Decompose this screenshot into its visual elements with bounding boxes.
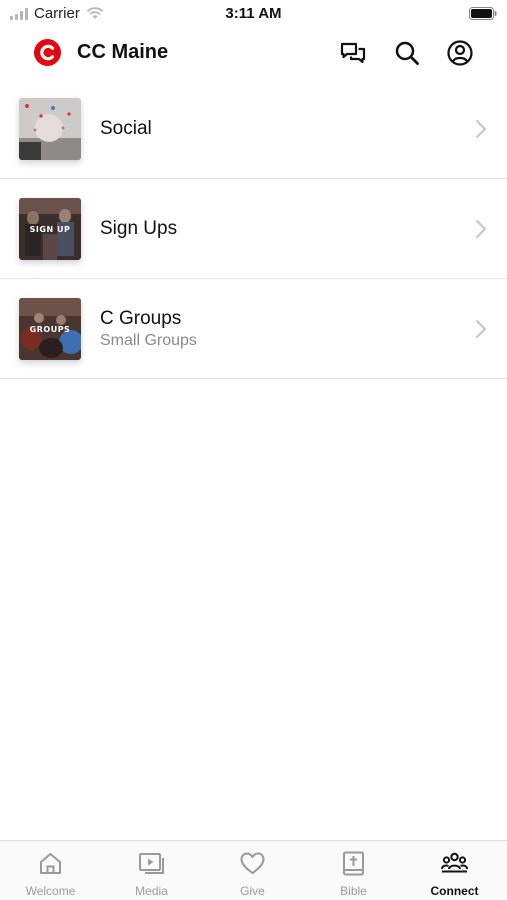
- list-item-subtitle: Small Groups: [100, 332, 197, 349]
- heart-icon: [240, 852, 265, 874]
- tab-give[interactable]: Give: [202, 841, 303, 900]
- list-item-social[interactable]: Social: [0, 79, 507, 179]
- chevron-right-icon: [476, 120, 486, 138]
- sign-ups-thumbnail: SIGN UP: [19, 198, 81, 260]
- media-icon: [139, 853, 164, 874]
- page-title: CC Maine: [77, 41, 169, 63]
- status-bar: Carrier 3:11 AM: [0, 0, 507, 30]
- tab-label: Media: [135, 884, 168, 898]
- tab-connect[interactable]: Connect: [404, 841, 505, 900]
- chevron-right-icon: [476, 220, 486, 238]
- tab-label: Give: [240, 884, 265, 898]
- tab-label: Connect: [430, 884, 479, 898]
- tab-media[interactable]: Media: [101, 841, 202, 900]
- status-time: 3:11 AM: [225, 5, 282, 22]
- list-item-c-groups[interactable]: GROUPS C Groups Small Groups: [0, 279, 507, 379]
- logo-c-icon: [40, 44, 55, 61]
- sign-ups-thumb-label: SIGN UP: [29, 225, 71, 234]
- list-item-title: C Groups: [100, 308, 182, 329]
- social-thumbnail: [19, 98, 81, 160]
- tab-bible[interactable]: Bible: [303, 841, 404, 900]
- chevron-right-icon: [476, 320, 486, 338]
- tab-label: Welcome: [25, 884, 76, 898]
- list-item-title: Sign Ups: [100, 218, 178, 239]
- home-icon: [40, 853, 61, 874]
- connect-list: Social SIGN UP Sign Ups GROUPS C Groups …: [0, 79, 507, 379]
- search-icon[interactable]: [393, 39, 421, 67]
- c-groups-thumbnail: GROUPS: [19, 298, 81, 360]
- list-item-title: Social: [100, 118, 152, 139]
- chat-icon[interactable]: [339, 39, 367, 67]
- bible-icon: [343, 851, 364, 876]
- list-item-sign-ups[interactable]: SIGN UP Sign Ups: [0, 179, 507, 279]
- tab-label: Bible: [340, 884, 367, 898]
- account-icon[interactable]: [446, 39, 474, 67]
- c-groups-thumb-label: GROUPS: [29, 325, 71, 334]
- battery-icon: [469, 7, 497, 20]
- tab-welcome[interactable]: Welcome: [0, 841, 101, 900]
- tab-bar: Welcome Media Give Bible Connect: [0, 840, 507, 900]
- app-header: CC Maine: [0, 30, 507, 76]
- app-logo: [34, 39, 61, 66]
- social-image: [19, 98, 81, 160]
- people-icon: [441, 852, 468, 873]
